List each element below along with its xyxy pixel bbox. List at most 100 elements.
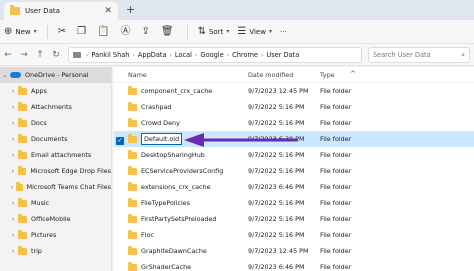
nav-item[interactable]: › Docs xyxy=(0,115,111,131)
breadcrumb-local[interactable]: Local xyxy=(175,51,192,59)
nav-item[interactable]: › Attachments xyxy=(0,99,111,115)
chevron-right-icon[interactable]: › xyxy=(8,120,18,127)
more-options-button[interactable]: ··· xyxy=(276,23,291,41)
nav-item-label: Documents xyxy=(31,135,68,143)
nav-item[interactable]: › Music xyxy=(0,195,111,211)
rename-input[interactable]: Default.old xyxy=(141,133,183,145)
rename-icon: Ⓐ xyxy=(120,25,131,37)
table-row[interactable]: FirstPartySetsPreloaded 9/7/2022 5:16 PM F… xyxy=(114,211,474,227)
table-row[interactable]: GrShaderCache 9/7/2023 6:46 PM File folder xyxy=(114,259,474,271)
nav-item-onedrive[interactable]: ⌄ OneDrive - Personal xyxy=(0,67,111,83)
nav-item[interactable]: › Documents xyxy=(0,131,111,147)
type-cell: File folder xyxy=(320,183,352,191)
folder-icon xyxy=(18,117,27,127)
table-row[interactable]: extensions_crx_cache 9/7/2023 6:46 PM File… xyxy=(114,179,474,195)
nav-item[interactable]: › trip xyxy=(0,243,111,259)
breadcrumb-chrome[interactable]: Chrome xyxy=(232,51,258,59)
chevron-down-icon: ▾ xyxy=(268,28,272,35)
nav-item-label: Attachments xyxy=(31,103,72,111)
folder-icon xyxy=(17,165,27,175)
chevron-right-icon: › xyxy=(132,51,135,59)
type-cell: File folder xyxy=(320,199,352,207)
file-name: GrShaderCache xyxy=(141,263,192,271)
close-icon[interactable]: ✕ xyxy=(104,6,112,16)
file-name: GraphiteDawnCache xyxy=(141,247,207,255)
rename-button[interactable]: Ⓐ xyxy=(117,23,138,41)
nav-item[interactable]: › Email attachments xyxy=(0,147,111,163)
date-cell: 9/7/2022 5:16 PM xyxy=(248,199,305,207)
chevron-right-icon[interactable]: › xyxy=(8,104,18,111)
column-header-name[interactable]: Name xyxy=(114,71,248,79)
table-row[interactable]: Floc 9/7/2022 5:16 PM File folder xyxy=(114,227,474,243)
table-row[interactable]: GraphiteDawnCache 9/7/2023 12:45 PM File f… xyxy=(114,243,474,259)
tab-user-data[interactable]: User Data ✕ xyxy=(4,2,118,20)
chevron-right-icon[interactable]: › xyxy=(8,216,18,223)
back-button[interactable]: ← xyxy=(0,50,16,60)
share-button[interactable]: ⇪ xyxy=(138,23,157,41)
forward-button[interactable]: → xyxy=(16,50,32,60)
checkbox-icon[interactable]: ✓ xyxy=(116,137,124,145)
new-tab-button[interactable]: + xyxy=(126,3,135,16)
table-row[interactable]: component_crx_cache 9/7/2023 12:45 PM File… xyxy=(114,83,474,99)
type-cell: File folder xyxy=(320,215,352,223)
trash-icon: 🗑 xyxy=(160,25,174,37)
table-row[interactable]: Crowd Deny 9/7/2022 5:16 PM File folder xyxy=(114,115,474,131)
table-row[interactable]: Crashpad 9/7/2022 5:16 PM File folder xyxy=(114,99,474,115)
address-bar[interactable]: › Pankil Shah › AppData › Local › Google… xyxy=(68,47,362,63)
new-label: New xyxy=(15,27,31,36)
type-cell: File folder xyxy=(320,247,352,255)
table-row[interactable]: ECServiceProvidersConfig 9/7/2022 5:16 PM… xyxy=(114,163,474,179)
chevron-right-icon[interactable]: › xyxy=(8,200,18,207)
chevron-right-icon[interactable]: › xyxy=(8,88,18,95)
chevron-right-icon[interactable]: › xyxy=(8,152,18,159)
breadcrumb-google[interactable]: Google xyxy=(200,51,223,59)
view-button[interactable]: ☰ View ▾ xyxy=(233,23,276,41)
chevron-right-icon[interactable]: › xyxy=(8,232,18,239)
date-cell: 9/7/2022 5:16 PM xyxy=(248,231,305,239)
type-cell: File folder xyxy=(320,135,352,143)
up-button[interactable]: ↑ xyxy=(32,50,48,60)
table-row[interactable]: FileTypePolicies 9/7/2022 5:16 PM File fol… xyxy=(114,195,474,211)
folder-icon xyxy=(128,117,137,127)
chevron-right-icon[interactable]: › xyxy=(8,136,18,143)
folder-icon xyxy=(128,213,137,223)
breadcrumb-pankil-shah[interactable]: Pankil Shah xyxy=(91,51,129,59)
search-icon: ⌕ xyxy=(461,50,465,59)
name-cell: DesktopSharingHub xyxy=(114,149,248,159)
refresh-button[interactable]: ↻ xyxy=(48,50,64,60)
copy-button[interactable]: ❐ xyxy=(73,23,93,41)
breadcrumb-appdata[interactable]: AppData xyxy=(138,51,167,59)
nav-item[interactable]: › Pictures xyxy=(0,227,111,243)
cut-button[interactable]: ✂ xyxy=(54,23,73,41)
breadcrumb-user-data[interactable]: User Data xyxy=(266,51,299,59)
folder-icon xyxy=(18,213,27,223)
new-button[interactable]: ⊕ New ▾ xyxy=(0,23,41,41)
chevron-down-icon[interactable]: ⌄ xyxy=(0,72,10,79)
nav-item[interactable]: › Apps xyxy=(0,83,111,99)
nav-item[interactable]: › OfficeMobile xyxy=(0,211,111,227)
date-cell: 9/7/2022 5:16 PM xyxy=(248,215,305,223)
folder-icon xyxy=(128,229,137,239)
search-box[interactable]: Search User Data ⌕ xyxy=(368,47,470,63)
file-name: component_crx_cache xyxy=(141,87,213,95)
chevron-right-icon[interactable]: › xyxy=(8,248,18,255)
folder-icon xyxy=(128,261,137,271)
nav-item-label: Email attachments xyxy=(31,151,92,159)
delete-button[interactable]: 🗑 xyxy=(157,23,181,41)
chevron-right-icon[interactable]: › xyxy=(8,168,18,175)
date-cell: 9/7/2022 5:16 PM xyxy=(248,167,305,175)
command-bar: ⊕ New ▾ ✂ ❐ 📋 Ⓐ ⇪ 🗑 ⇅ Sort ▾ ☰ View ▾ ··… xyxy=(0,20,474,44)
sort-button[interactable]: ⇅ Sort ▾ xyxy=(194,23,234,41)
date-cell: 9/7/2022 5:16 PM xyxy=(248,103,305,111)
paste-button[interactable]: 📋 xyxy=(93,23,116,41)
name-cell: component_crx_cache xyxy=(114,85,248,95)
chevron-right-icon: › xyxy=(226,51,230,59)
column-header-date[interactable]: Date modified xyxy=(248,71,320,79)
scissors-icon: ✂ xyxy=(57,25,67,37)
nav-item[interactable]: › Microsoft Teams Chat Files xyxy=(0,179,111,195)
name-cell: GraphiteDawnCache xyxy=(114,245,248,255)
arrow-head xyxy=(184,133,204,147)
chevron-right-icon[interactable]: › xyxy=(8,184,16,191)
nav-item[interactable]: › Microsoft Edge Drop Files xyxy=(0,163,111,179)
name-cell: Crashpad xyxy=(114,101,248,111)
